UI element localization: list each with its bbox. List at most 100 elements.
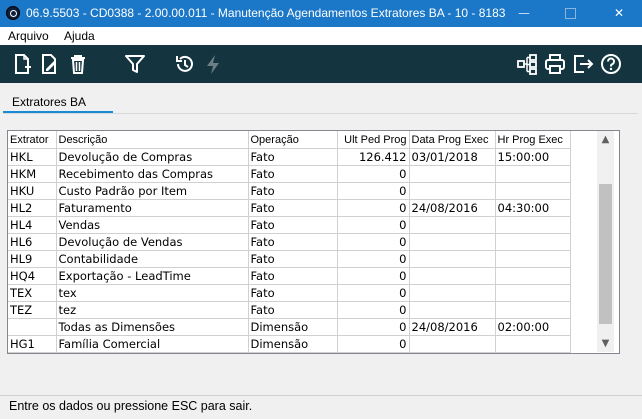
cell-descricao[interactable]: tez [56,301,249,319]
column-header-ult-ped-prog[interactable]: Ult Ped Prog [337,131,410,149]
cell-descricao[interactable]: Contabilidade [56,250,249,268]
cell-ult-ped-prog[interactable]: 0 [337,267,410,285]
close-button[interactable]: ✕ [596,0,642,27]
table-row[interactable]: HG1 Família Comercial Dimensão 0 [8,335,571,353]
cell-data-prog-exec[interactable] [409,165,496,183]
cell-extrator[interactable]: HL6 [8,233,57,251]
cell-descricao[interactable]: Vendas [56,216,249,234]
cell-extrator[interactable]: TEZ [8,301,57,319]
table-row[interactable]: HL9 Contabilidade Fato 0 [8,250,571,268]
cell-descricao[interactable]: tex [56,284,249,302]
cell-data-prog-exec[interactable] [409,182,496,200]
table-row[interactable]: HKU Custo Padrão por Item Fato 0 [8,182,571,200]
cell-data-prog-exec[interactable] [409,250,496,268]
table-row[interactable]: Todas as Dimensões Dimensão 0 24/08/2016 02:… [8,318,571,336]
table-row[interactable]: TEX tex Fato 0 [8,284,571,302]
minimize-button[interactable]: — [501,0,547,27]
cell-hr-prog-exec[interactable] [495,250,571,268]
cell-ult-ped-prog[interactable]: 0 [337,301,410,319]
cell-extrator[interactable]: HQ4 [8,267,57,285]
menu-item-ajuda[interactable]: Ajuda [64,29,95,43]
table-row[interactable]: HKM Recebimento das Compras Fato 0 [8,165,571,183]
column-header-operacao[interactable]: Operação [248,131,338,149]
table-row[interactable]: HL2 Faturamento Fato 0 24/08/2016 04:30:00 [8,199,571,217]
cell-operacao[interactable]: Fato [248,216,338,234]
cell-operacao[interactable]: Fato [248,199,338,217]
cell-ult-ped-prog[interactable]: 0 [337,250,410,268]
column-header-descricao[interactable]: Descrição [56,131,249,149]
cell-operacao[interactable]: Fato [248,148,338,166]
help-icon[interactable] [600,53,622,75]
maximize-button[interactable] [547,0,593,27]
cell-operacao[interactable]: Fato [248,233,338,251]
tab-extratores-ba[interactable]: Extratores BA [3,95,113,114]
cell-hr-prog-exec[interactable] [495,233,571,251]
cell-operacao[interactable]: Dimensão [248,335,338,353]
cell-operacao[interactable]: Fato [248,301,338,319]
cell-ult-ped-prog[interactable]: 0 [337,165,410,183]
cell-hr-prog-exec[interactable] [495,284,571,302]
scroll-up-arrow[interactable]: ▲ [597,131,614,148]
cell-extrator[interactable] [8,318,57,336]
new-document-icon[interactable] [11,53,33,75]
cell-descricao[interactable]: Exportação - LeadTime [56,267,249,285]
cell-extrator[interactable]: HL4 [8,216,57,234]
cell-ult-ped-prog[interactable]: 0 [337,216,410,234]
cell-hr-prog-exec[interactable]: 15:00:00 [495,148,571,166]
scroll-down-arrow[interactable]: ▼ [597,335,614,352]
cell-extrator[interactable]: HL2 [8,199,57,217]
cell-data-prog-exec[interactable]: 24/08/2016 [409,199,496,217]
cell-descricao[interactable]: Devolução de Compras [56,148,249,166]
cell-data-prog-exec[interactable] [409,301,496,319]
table-row[interactable]: HKL Devolução de Compras Fato 126.412 03/01/… [8,148,571,166]
column-header-hr-prog-exec[interactable]: Hr Prog Exec [495,131,571,149]
cell-data-prog-exec[interactable]: 03/01/2018 [409,148,496,166]
cell-hr-prog-exec[interactable] [495,267,571,285]
cell-data-prog-exec[interactable] [409,216,496,234]
cell-descricao[interactable]: Recebimento das Compras [56,165,249,183]
cell-hr-prog-exec[interactable] [495,182,571,200]
delete-trash-icon[interactable] [67,53,89,75]
scroll-thumb[interactable] [599,184,612,324]
cell-ult-ped-prog[interactable]: 0 [337,233,410,251]
cell-operacao[interactable]: Fato [248,165,338,183]
table-row[interactable]: HQ4 Exportação - LeadTime Fato 0 [8,267,571,285]
cell-operacao[interactable]: Fato [248,182,338,200]
cell-operacao[interactable]: Fato [248,284,338,302]
cell-ult-ped-prog[interactable]: 0 [337,335,410,353]
tree-structure-icon[interactable] [516,53,538,75]
cell-descricao[interactable]: Custo Padrão por Item [56,182,249,200]
cell-descricao[interactable]: Faturamento [56,199,249,217]
extractors-grid[interactable]: Extrator Descrição Operação Ult Ped Prog… [7,130,620,354]
cell-hr-prog-exec[interactable]: 02:00:00 [495,318,571,336]
cell-ult-ped-prog[interactable]: 0 [337,284,410,302]
cell-descricao[interactable]: Devolução de Vendas [56,233,249,251]
cell-extrator[interactable]: HG1 [8,335,57,353]
cell-data-prog-exec[interactable] [409,267,496,285]
cell-ult-ped-prog[interactable]: 126.412 [337,148,410,166]
cell-ult-ped-prog[interactable]: 0 [337,199,410,217]
column-header-extrator[interactable]: Extrator [8,131,57,149]
print-icon[interactable] [544,53,566,75]
cell-hr-prog-exec[interactable] [495,335,571,353]
cell-hr-prog-exec[interactable] [495,216,571,234]
edit-document-icon[interactable] [39,53,61,75]
column-header-data-prog-exec[interactable]: Data Prog Exec [409,131,496,149]
cell-hr-prog-exec[interactable] [495,165,571,183]
cell-ult-ped-prog[interactable]: 0 [337,182,410,200]
cell-descricao[interactable]: Todas as Dimensões [56,318,249,336]
cell-operacao[interactable]: Dimensão [248,318,338,336]
cell-extrator[interactable]: HKM [8,165,57,183]
cell-extrator[interactable]: HL9 [8,250,57,268]
cell-hr-prog-exec[interactable] [495,301,571,319]
history-icon[interactable] [174,53,196,75]
cell-extrator[interactable]: HKL [8,148,57,166]
cell-data-prog-exec[interactable]: 24/08/2016 [409,318,496,336]
table-row[interactable]: HL4 Vendas Fato 0 [8,216,571,234]
cell-descricao[interactable]: Família Comercial [56,335,249,353]
lightning-icon[interactable] [202,53,224,75]
filter-icon[interactable] [124,53,146,75]
cell-data-prog-exec[interactable] [409,284,496,302]
cell-data-prog-exec[interactable] [409,335,496,353]
menu-item-arquivo[interactable]: Arquivo [8,29,49,43]
